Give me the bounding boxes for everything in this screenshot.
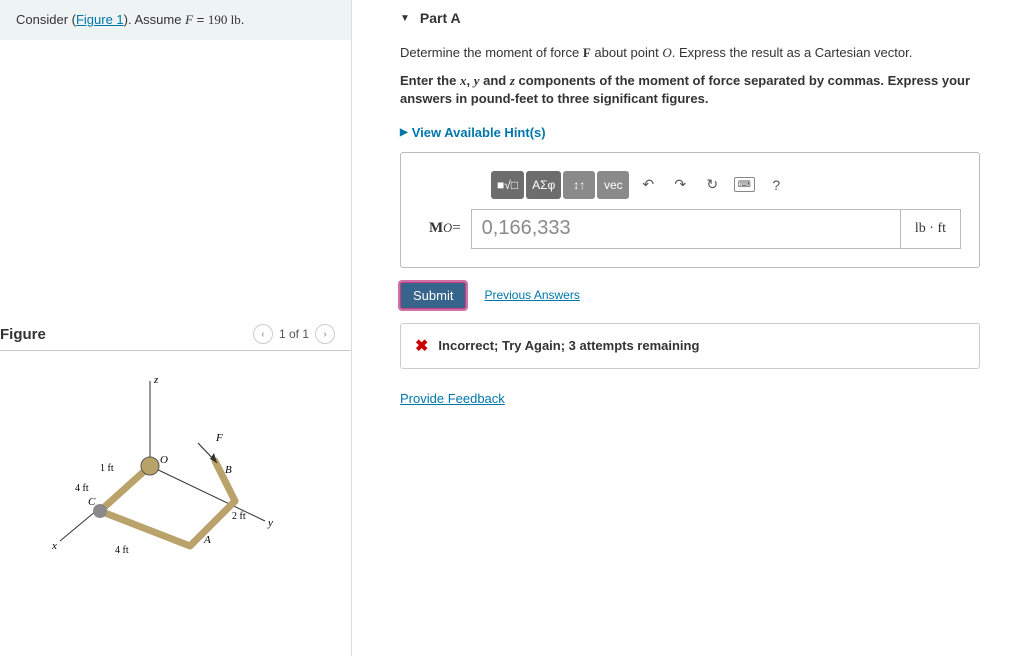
figure-image: z x y O F B C [0, 351, 351, 584]
feedback-box: ✖ Incorrect; Try Again; 3 attempts remai… [400, 323, 980, 369]
problem-intro: Consider (Figure 1). Assume F = 190 lb. [0, 0, 351, 40]
templates-button[interactable]: ■√□ [491, 171, 524, 199]
greek-button[interactable]: ΑΣφ [526, 171, 561, 199]
pager-next-button[interactable]: › [315, 324, 335, 344]
svg-text:z: z [153, 374, 159, 386]
svg-text:A: A [203, 534, 211, 546]
figure-title: Figure [0, 326, 46, 343]
svg-text:1 ft: 1 ft [100, 463, 114, 474]
svg-text:4 ft: 4 ft [115, 545, 129, 556]
F-symbol: F [185, 12, 193, 27]
help-button[interactable]: ? [763, 172, 789, 198]
redo-button[interactable]: ↷ [667, 172, 693, 198]
provide-feedback-link[interactable]: Provide Feedback [400, 391, 505, 406]
chevron-right-icon: ▶ [400, 127, 408, 138]
answer-unit: lb · ft [901, 209, 961, 249]
error-x-icon: ✖ [415, 336, 428, 356]
svg-text:2 ft: 2 ft [232, 511, 246, 522]
previous-answers-link[interactable]: Previous Answers [484, 288, 579, 302]
svg-text:C: C [88, 496, 96, 508]
feedback-text: Incorrect; Try Again; 3 attempts remaini… [438, 338, 699, 353]
pager-prev-button[interactable]: ‹ [253, 324, 273, 344]
answer-label: MO = [419, 209, 471, 249]
equation-toolbar: ■√□ ΑΣφ ↕↑ vec ↶ ↷ ↻ ⌨ ? [491, 171, 789, 199]
svg-text:x: x [51, 540, 57, 552]
intro-prefix: Consider ( [16, 12, 76, 27]
svg-text:4 ft: 4 ft [75, 483, 89, 494]
svg-text:y: y [267, 517, 273, 529]
svg-text:B: B [225, 464, 232, 476]
question-line-1: Determine the moment of force F about po… [400, 44, 1000, 62]
vec-button[interactable]: vec [597, 171, 629, 199]
collapse-caret-icon: ▼ [400, 13, 410, 24]
question-line-2: Enter the x, y and z components of the m… [400, 72, 1000, 108]
answer-input[interactable] [471, 209, 901, 249]
figure-pager: ‹ 1 of 1 › [253, 324, 335, 344]
svg-text:F: F [215, 432, 223, 444]
part-header[interactable]: ▼ Part A [400, 10, 1000, 26]
answer-box: ■√□ ΑΣφ ↕↑ vec ↶ ↷ ↻ ⌨ ? MO = lb · ft [400, 152, 980, 268]
subsuper-button[interactable]: ↕↑ [563, 171, 595, 199]
keyboard-icon[interactable]: ⌨ [731, 172, 757, 198]
reset-button[interactable]: ↻ [699, 172, 725, 198]
pager-label: 1 of 1 [279, 327, 309, 341]
part-title: Part A [420, 10, 461, 26]
submit-button[interactable]: Submit [400, 282, 466, 309]
svg-text:O: O [160, 454, 168, 466]
figure-link[interactable]: Figure 1 [76, 12, 124, 27]
view-hints-link[interactable]: ▶ View Available Hint(s) [400, 125, 546, 140]
undo-button[interactable]: ↶ [635, 172, 661, 198]
